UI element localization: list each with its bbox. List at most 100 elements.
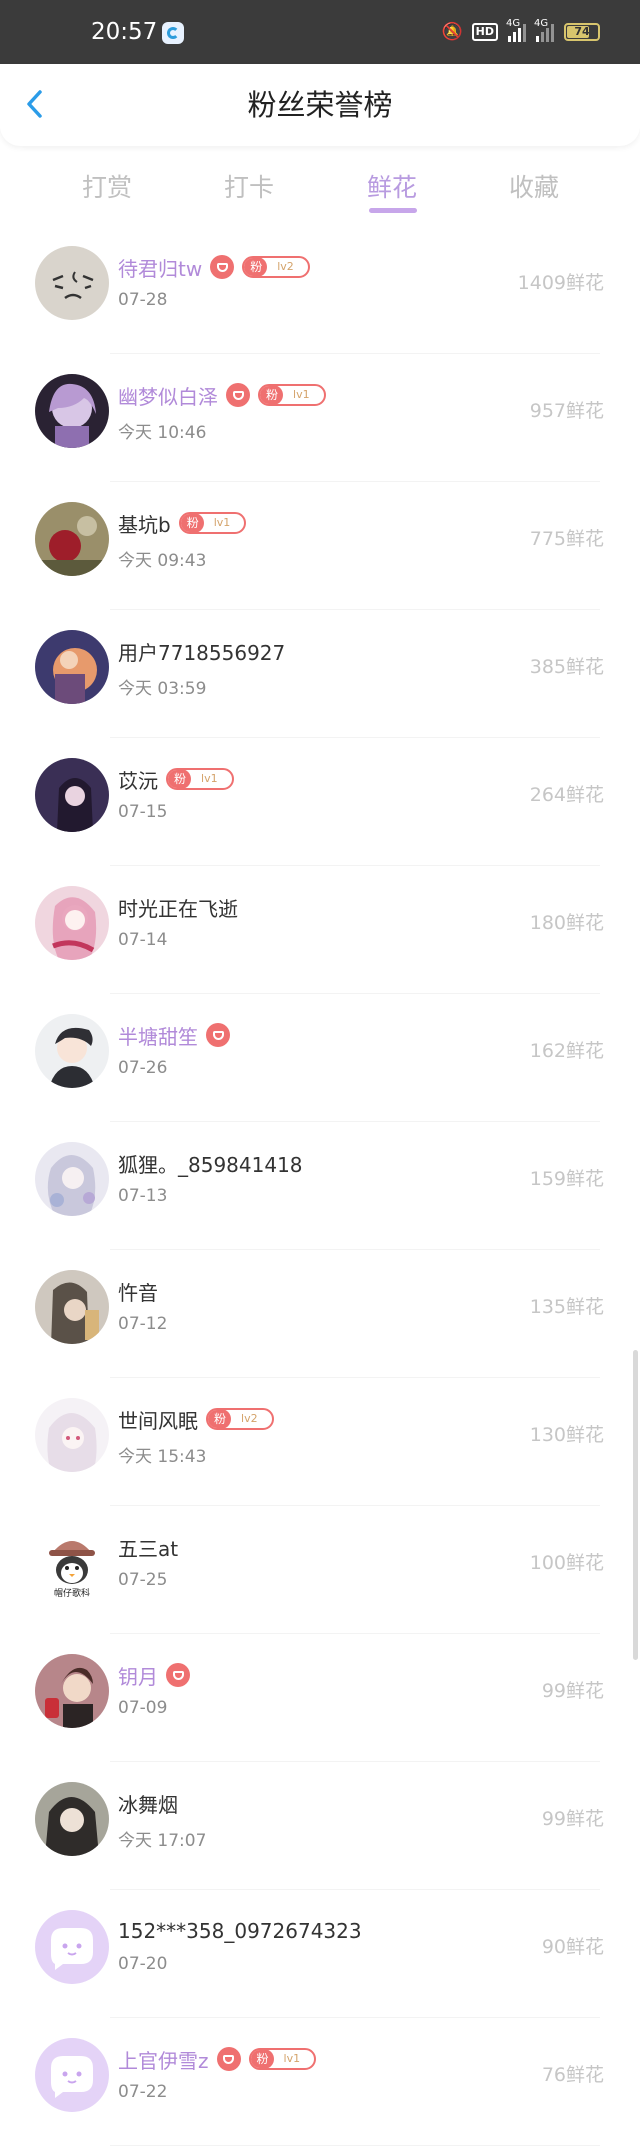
fan-name[interactable]: 上官伊雪z	[118, 2045, 209, 2074]
avatar[interactable]	[35, 758, 109, 832]
fan-row[interactable]: 幽梦似白泽 粉 lv1 今天 10:46 957鲜花	[0, 354, 640, 482]
signal-icon-2: 4G	[534, 18, 554, 42]
flower-count: 135鲜花	[529, 1296, 604, 1318]
vip-heart-icon	[210, 255, 235, 279]
flower-count: 775鲜花	[529, 528, 604, 550]
name-line: 世间风眠粉 lv2	[118, 1405, 274, 1434]
fan-name[interactable]: 五三at	[118, 1533, 178, 1562]
fan-level-badge: 粉 lv1	[178, 512, 247, 534]
flower-count: 264鲜花	[529, 784, 604, 806]
avatar[interactable]	[35, 502, 109, 576]
avatar[interactable]	[35, 1398, 109, 1472]
fan-name[interactable]: 冰舞烟	[118, 1789, 178, 1818]
avatar[interactable]	[35, 2038, 109, 2112]
status-bar: 20:57 🔕 HD 4G 4G 74	[0, 0, 640, 64]
fan-name[interactable]: 半塘甜笙	[118, 1021, 198, 1050]
fan-name[interactable]: 忤音	[118, 1277, 158, 1306]
flower-count: 99鲜花	[541, 1680, 604, 1702]
name-line: 152***358_0972674323	[118, 1918, 362, 1944]
avatar[interactable]: 帽仔歌科	[35, 1526, 109, 1600]
fan-name[interactable]: 152***358_0972674323	[118, 1919, 362, 1943]
avatar[interactable]	[35, 1654, 109, 1728]
fan-badge-label: 粉	[260, 386, 284, 404]
fan-name[interactable]: 钥月	[118, 1661, 158, 1690]
scrollbar[interactable]	[633, 1350, 638, 1660]
avatar[interactable]	[35, 1142, 109, 1216]
fan-row[interactable]: 时光正在飞逝 07-14 180鲜花	[0, 866, 640, 994]
status-time: 20:57	[91, 19, 158, 45]
fan-time: 07-28	[118, 290, 168, 310]
fan-badge-level: lv2	[277, 260, 294, 273]
fan-level-badge: 粉 lv2	[242, 256, 310, 278]
fan-time: 今天 09:43	[118, 551, 207, 571]
fan-badge-level: lv1	[201, 772, 218, 785]
fan-time: 07-20	[118, 1954, 168, 1974]
avatar[interactable]	[35, 1270, 109, 1344]
fan-time: 今天 03:59	[118, 679, 207, 699]
signal-icon: 4G	[506, 18, 526, 42]
active-tab-indicator	[369, 208, 417, 213]
fan-badge-level: lv1	[283, 2052, 301, 2065]
fan-badge-label: 粉	[208, 1410, 232, 1428]
name-line: 待君归tw 粉 lv2	[118, 253, 310, 282]
flower-count: 957鲜花	[529, 400, 604, 422]
fan-row[interactable]: 半塘甜笙 07-26 162鲜花	[0, 994, 640, 1122]
fan-row[interactable]: 冰舞烟 今天 17:07 99鲜花	[0, 1762, 640, 1890]
avatar[interactable]	[35, 886, 109, 960]
fan-row[interactable]: 用户7718556927 今天 03:59 385鲜花	[0, 610, 640, 738]
fan-badge-label: 粉	[250, 2050, 274, 2068]
name-line: 钥月	[118, 1661, 190, 1690]
avatar[interactable]	[35, 630, 109, 704]
fan-row[interactable]: 基坑b 粉 lv1 今天 09:43 775鲜花	[0, 482, 640, 610]
name-line: 上官伊雪z 粉 lv1	[118, 2045, 317, 2074]
avatar[interactable]	[35, 374, 109, 448]
fan-name[interactable]: 用户7718556927	[118, 637, 285, 666]
fan-name[interactable]: 时光正在飞逝	[118, 893, 238, 922]
fan-row[interactable]: 世间风眠粉 lv2 今天 15:43 130鲜花	[0, 1378, 640, 1506]
name-line: 半塘甜笙	[118, 1021, 230, 1050]
vip-heart-icon	[206, 1023, 230, 1047]
tab-dashang[interactable]: 打赏	[62, 168, 152, 204]
fan-name[interactable]: 待君归tw	[118, 253, 202, 282]
flower-count: 76鲜花	[541, 2064, 604, 2086]
fan-time: 今天 10:46	[118, 423, 207, 443]
fan-row[interactable]: 上官伊雪z 粉 lv1 07-22 76鲜花	[0, 2018, 640, 2146]
flower-count: 180鲜花	[529, 912, 604, 934]
avatar[interactable]	[35, 246, 109, 320]
fan-row[interactable]: 待君归tw 粉 lv2 07-28 1409鲜花	[0, 226, 640, 354]
fan-name[interactable]: 苡沅	[118, 765, 158, 794]
tab-bar: 打赏 打卡 鲜花 收藏	[0, 146, 640, 226]
fan-row[interactable]: 苡沅粉 lv1 07-15 264鲜花	[0, 738, 640, 866]
avatar-caption: 帽仔歌科	[54, 1587, 90, 1599]
flower-count: 385鲜花	[529, 656, 604, 678]
fan-name[interactable]: 世间风眠	[118, 1405, 198, 1434]
fan-name[interactable]: 幽梦似白泽	[118, 381, 218, 410]
fan-row[interactable]: 钥月 07-09 99鲜花	[0, 1634, 640, 1762]
fan-badge-level: lv1	[213, 516, 231, 529]
fan-name[interactable]: 狐狸。_859841418	[118, 1149, 303, 1178]
avatar[interactable]	[35, 1014, 109, 1088]
tab-xianhua[interactable]: 鲜花	[347, 168, 437, 204]
fan-row[interactable]: 忤音 07-12 135鲜花	[0, 1250, 640, 1378]
name-line: 幽梦似白泽 粉 lv1	[118, 381, 326, 410]
avatar[interactable]	[35, 1910, 109, 1984]
fan-row[interactable]: 帽仔歌科 五三at 07-25 100鲜花	[0, 1506, 640, 1634]
name-line: 时光正在飞逝	[118, 893, 238, 922]
fan-time: 07-26	[118, 1058, 168, 1078]
fan-row[interactable]: 狐狸。_859841418 07-13 159鲜花	[0, 1122, 640, 1250]
name-line: 用户7718556927	[118, 637, 285, 666]
flower-count: 99鲜花	[541, 1808, 604, 1830]
fan-badge-level: lv2	[241, 1412, 258, 1425]
flower-count: 159鲜花	[529, 1168, 604, 1190]
fan-level-badge: 粉 lv1	[166, 768, 234, 790]
fan-row[interactable]: 152***358_0972674323 07-20 90鲜花	[0, 1890, 640, 2018]
page-title: 粉丝荣誉榜	[247, 88, 393, 122]
fan-badge-level: lv1	[293, 388, 310, 401]
tab-shoucang[interactable]: 收藏	[489, 168, 579, 204]
fan-time: 07-15	[118, 802, 168, 822]
avatar[interactable]	[35, 1782, 109, 1856]
fan-name[interactable]: 基坑b	[118, 509, 171, 538]
flower-count: 1409鲜花	[517, 272, 604, 294]
tab-daka[interactable]: 打卡	[204, 168, 294, 204]
status-icons: 🔕 HD 4G 4G 74	[442, 0, 600, 64]
